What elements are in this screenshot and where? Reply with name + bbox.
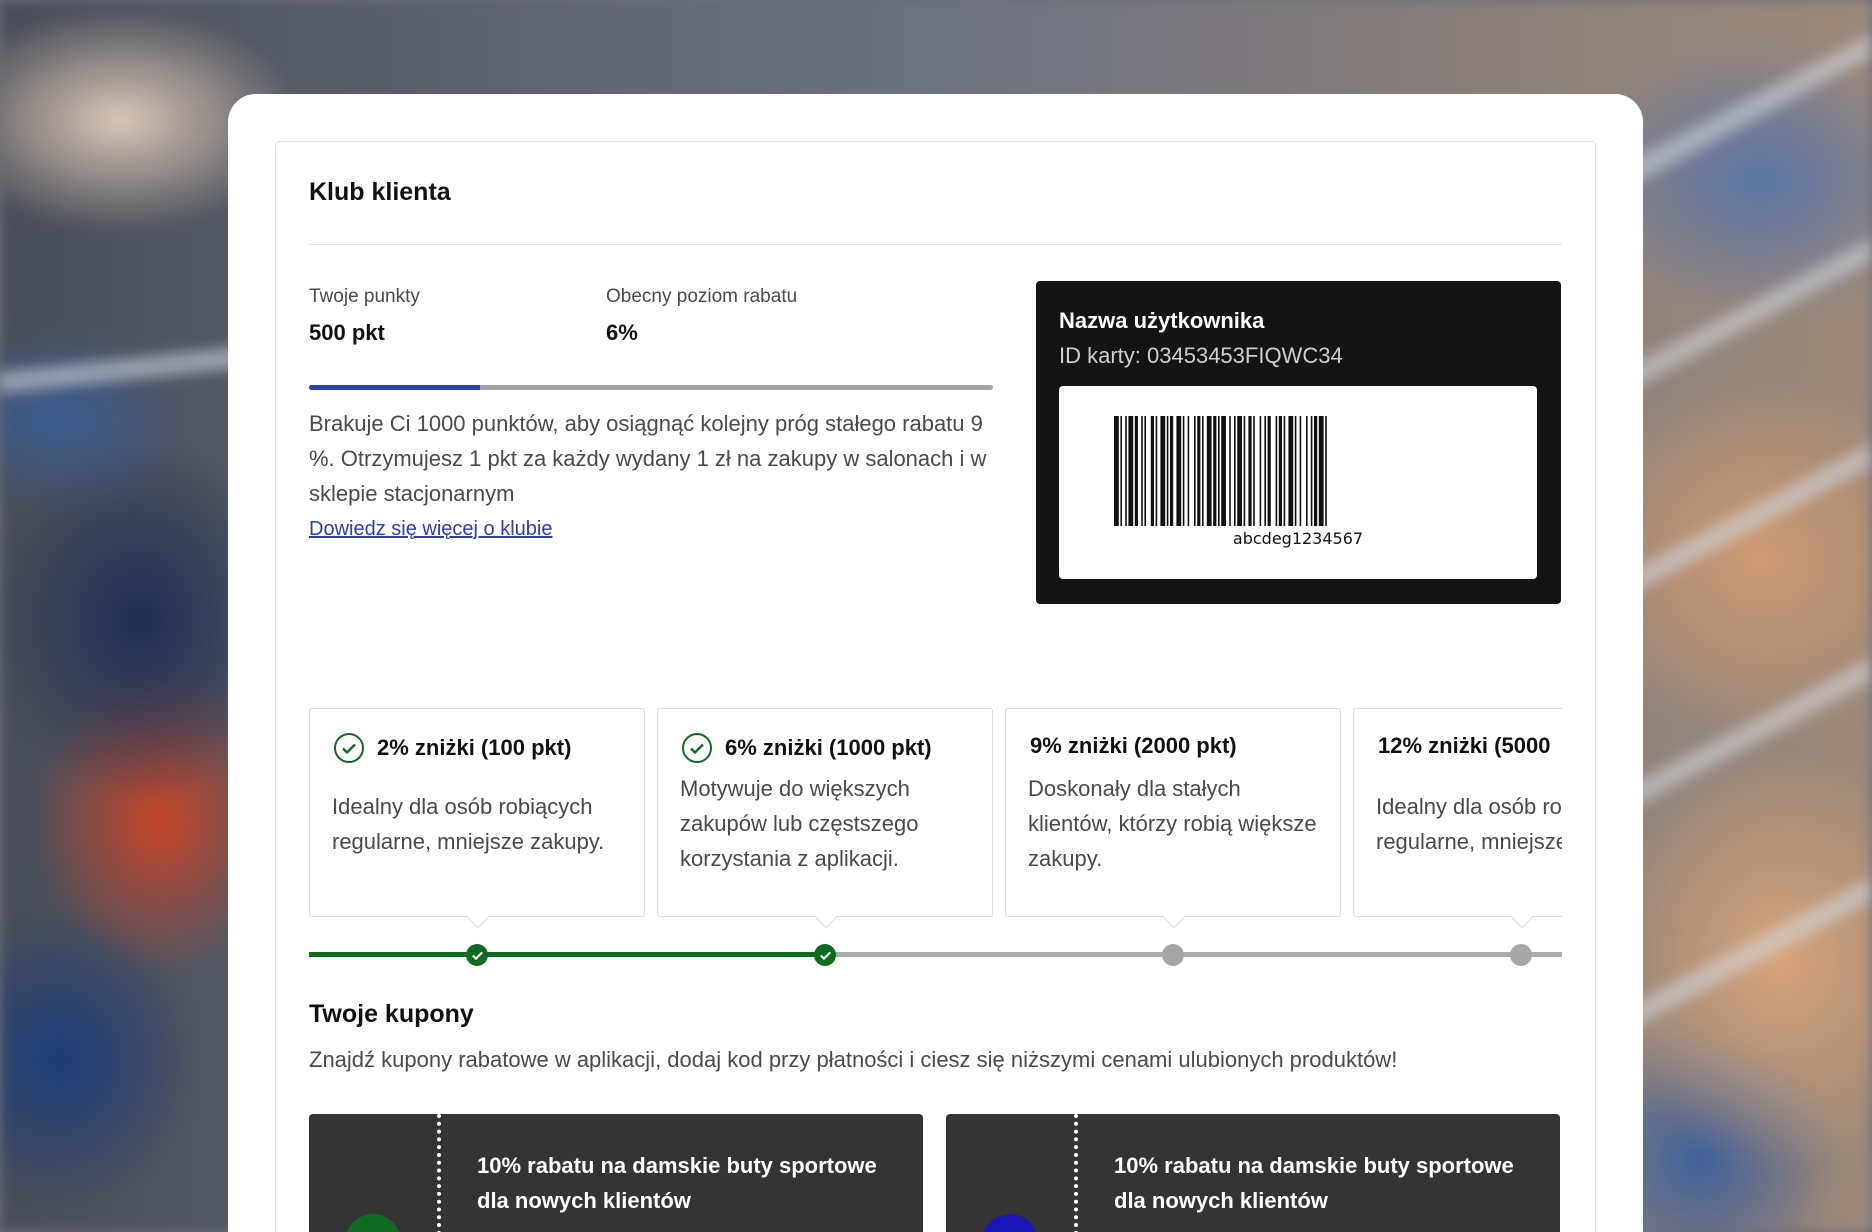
barcode-bar	[1150, 416, 1154, 526]
points-label: Twoje punkty	[309, 286, 420, 307]
timeline-dot	[1162, 944, 1184, 966]
barcode-bar	[1243, 416, 1246, 526]
barcode-bar	[1213, 416, 1217, 526]
tier-timeline	[309, 944, 1562, 966]
tier-card: 12% zniżki (5000 Idealny dla osób robiąc…	[1353, 708, 1562, 929]
barcode-bar	[1166, 416, 1169, 526]
tier-title: 12% zniżki (5000	[1378, 733, 1551, 758]
barcode-bar	[1234, 416, 1236, 526]
tier-description: Idealny dla osób robiących regularne, mn…	[332, 794, 605, 854]
barcode-bar	[1299, 416, 1302, 526]
barcode-bar	[1314, 416, 1318, 526]
barcode-bar	[1318, 416, 1324, 526]
barcode-bar	[1310, 416, 1313, 526]
timeline-progress	[309, 952, 826, 957]
tier-pointer	[1162, 905, 1186, 929]
points-info-text: Brakuje Ci 1000 punktów, aby osiągnąć ko…	[309, 411, 987, 506]
barcode-bar	[1218, 416, 1220, 526]
points-progress-bar	[309, 385, 993, 390]
barcode-bar	[1288, 416, 1294, 526]
learn-more-link[interactable]: Dowiedz się więcej o klubie	[309, 518, 552, 541]
barcode-icon	[1114, 416, 1327, 526]
coupon-card[interactable]: + 10% rabatu na damskie buty sportowe dl…	[946, 1114, 1560, 1232]
tier-pointer	[814, 905, 838, 929]
tier-title: 2% zniżki (100 pkt)	[377, 735, 572, 760]
barcode-bar	[1229, 416, 1231, 526]
barcode-bar	[1275, 416, 1278, 526]
club-card-container: Klub klienta Twoje punkty 500 pkt Obecny…	[228, 94, 1643, 1232]
barcode-bar	[1221, 416, 1226, 526]
barcode-box: abcdeg1234567	[1059, 386, 1537, 579]
barcode-bar	[1278, 416, 1282, 526]
tier-card: 2% zniżki (100 pkt) Idealny dla osób rob…	[309, 708, 645, 929]
coupon-badge-icon: +	[982, 1214, 1038, 1232]
timeline-dot-achieved	[814, 944, 836, 966]
coupons-title: Twoje kupony	[309, 1000, 474, 1028]
barcode-bar	[1283, 416, 1286, 526]
points-progress-fill	[309, 385, 480, 390]
barcode-bar	[1144, 416, 1146, 526]
coupons-subtitle: Znajdź kupony rabatowe w aplikacji, doda…	[309, 1047, 1398, 1072]
barcode-bar	[1114, 416, 1119, 526]
points-value: 500 pkt	[309, 320, 385, 345]
barcode-bar	[1248, 416, 1252, 526]
tier-title: 9% zniżki (2000 pkt)	[1030, 733, 1237, 758]
tier-pointer	[1510, 905, 1534, 929]
member-card: Nazwa użytkownika ID karty: 03453453FIQW…	[1036, 281, 1561, 604]
tier-pointer	[466, 905, 490, 929]
barcode-text: abcdeg1234567	[1232, 529, 1364, 548]
barcode-bar	[1120, 416, 1122, 526]
barcode-bar	[1253, 416, 1255, 526]
tier-title: 6% zniżki (1000 pkt)	[725, 735, 932, 760]
coupon-text: 10% rabatu na damskie buty sportowe dla …	[1114, 1153, 1514, 1213]
barcode-bar	[1182, 416, 1185, 526]
barcode-bar	[1160, 416, 1166, 526]
discount-value: 6%	[606, 320, 638, 345]
club-panel: Klub klienta Twoje punkty 500 pkt Obecny…	[275, 141, 1596, 1232]
discount-label: Obecny poziom rabatu	[606, 286, 798, 307]
barcode-bar	[1197, 416, 1201, 526]
barcode-bar	[1128, 416, 1134, 526]
barcode-bar	[1141, 416, 1143, 526]
barcode-bar	[1194, 416, 1196, 526]
check-circle-icon	[334, 733, 364, 763]
member-card-id: ID karty: 03453453FIQWC34	[1059, 343, 1343, 368]
timeline-dot-achieved	[466, 944, 488, 966]
tier-description: Doskonały dla stałych klientów, którzy r…	[1028, 776, 1317, 871]
barcode-bar	[1325, 416, 1327, 526]
coupon-perforation	[437, 1114, 441, 1232]
tier-description: Motywuje do większych zakupów lub częsts…	[680, 776, 919, 871]
coupon-badge-icon	[345, 1214, 401, 1232]
barcode-bar	[1176, 416, 1182, 526]
check-circle-icon	[682, 733, 712, 763]
barcode-bar	[1306, 416, 1308, 526]
tier-card: 9% zniżki (2000 pkt) Doskonały dla stały…	[1005, 708, 1341, 929]
barcode-bar	[1125, 416, 1127, 526]
title-divider	[309, 244, 1562, 245]
tier-description: Idealny dla osób robiących regularne, mn…	[1376, 794, 1562, 854]
coupon-text: 10% rabatu na damskie buty sportowe dla …	[477, 1153, 877, 1213]
timeline-dot	[1510, 944, 1532, 966]
barcode-bar	[1202, 416, 1204, 526]
discount-tiers: 2% zniżki (100 pkt) Idealny dla osób rob…	[309, 708, 1562, 938]
barcode-bar	[1267, 416, 1271, 526]
coupon-card[interactable]: 10% rabatu na damskie buty sportowe dla …	[309, 1114, 923, 1232]
coupon-perforation	[1074, 1114, 1078, 1232]
tier-card: 6% zniżki (1000 pkt) Motywuje do większy…	[657, 708, 993, 929]
barcode-bar	[1259, 416, 1262, 526]
barcode-bar	[1264, 416, 1266, 526]
barcode-bar	[1134, 416, 1138, 526]
page-title: Klub klienta	[309, 178, 451, 206]
barcode-bar	[1206, 416, 1212, 526]
barcode-bar	[1155, 416, 1158, 526]
barcode-bar	[1237, 416, 1242, 526]
barcode-bar	[1187, 416, 1190, 526]
barcode-bar	[1294, 416, 1297, 526]
barcode-bar	[1170, 416, 1174, 526]
member-name: Nazwa użytkownika	[1059, 308, 1265, 333]
